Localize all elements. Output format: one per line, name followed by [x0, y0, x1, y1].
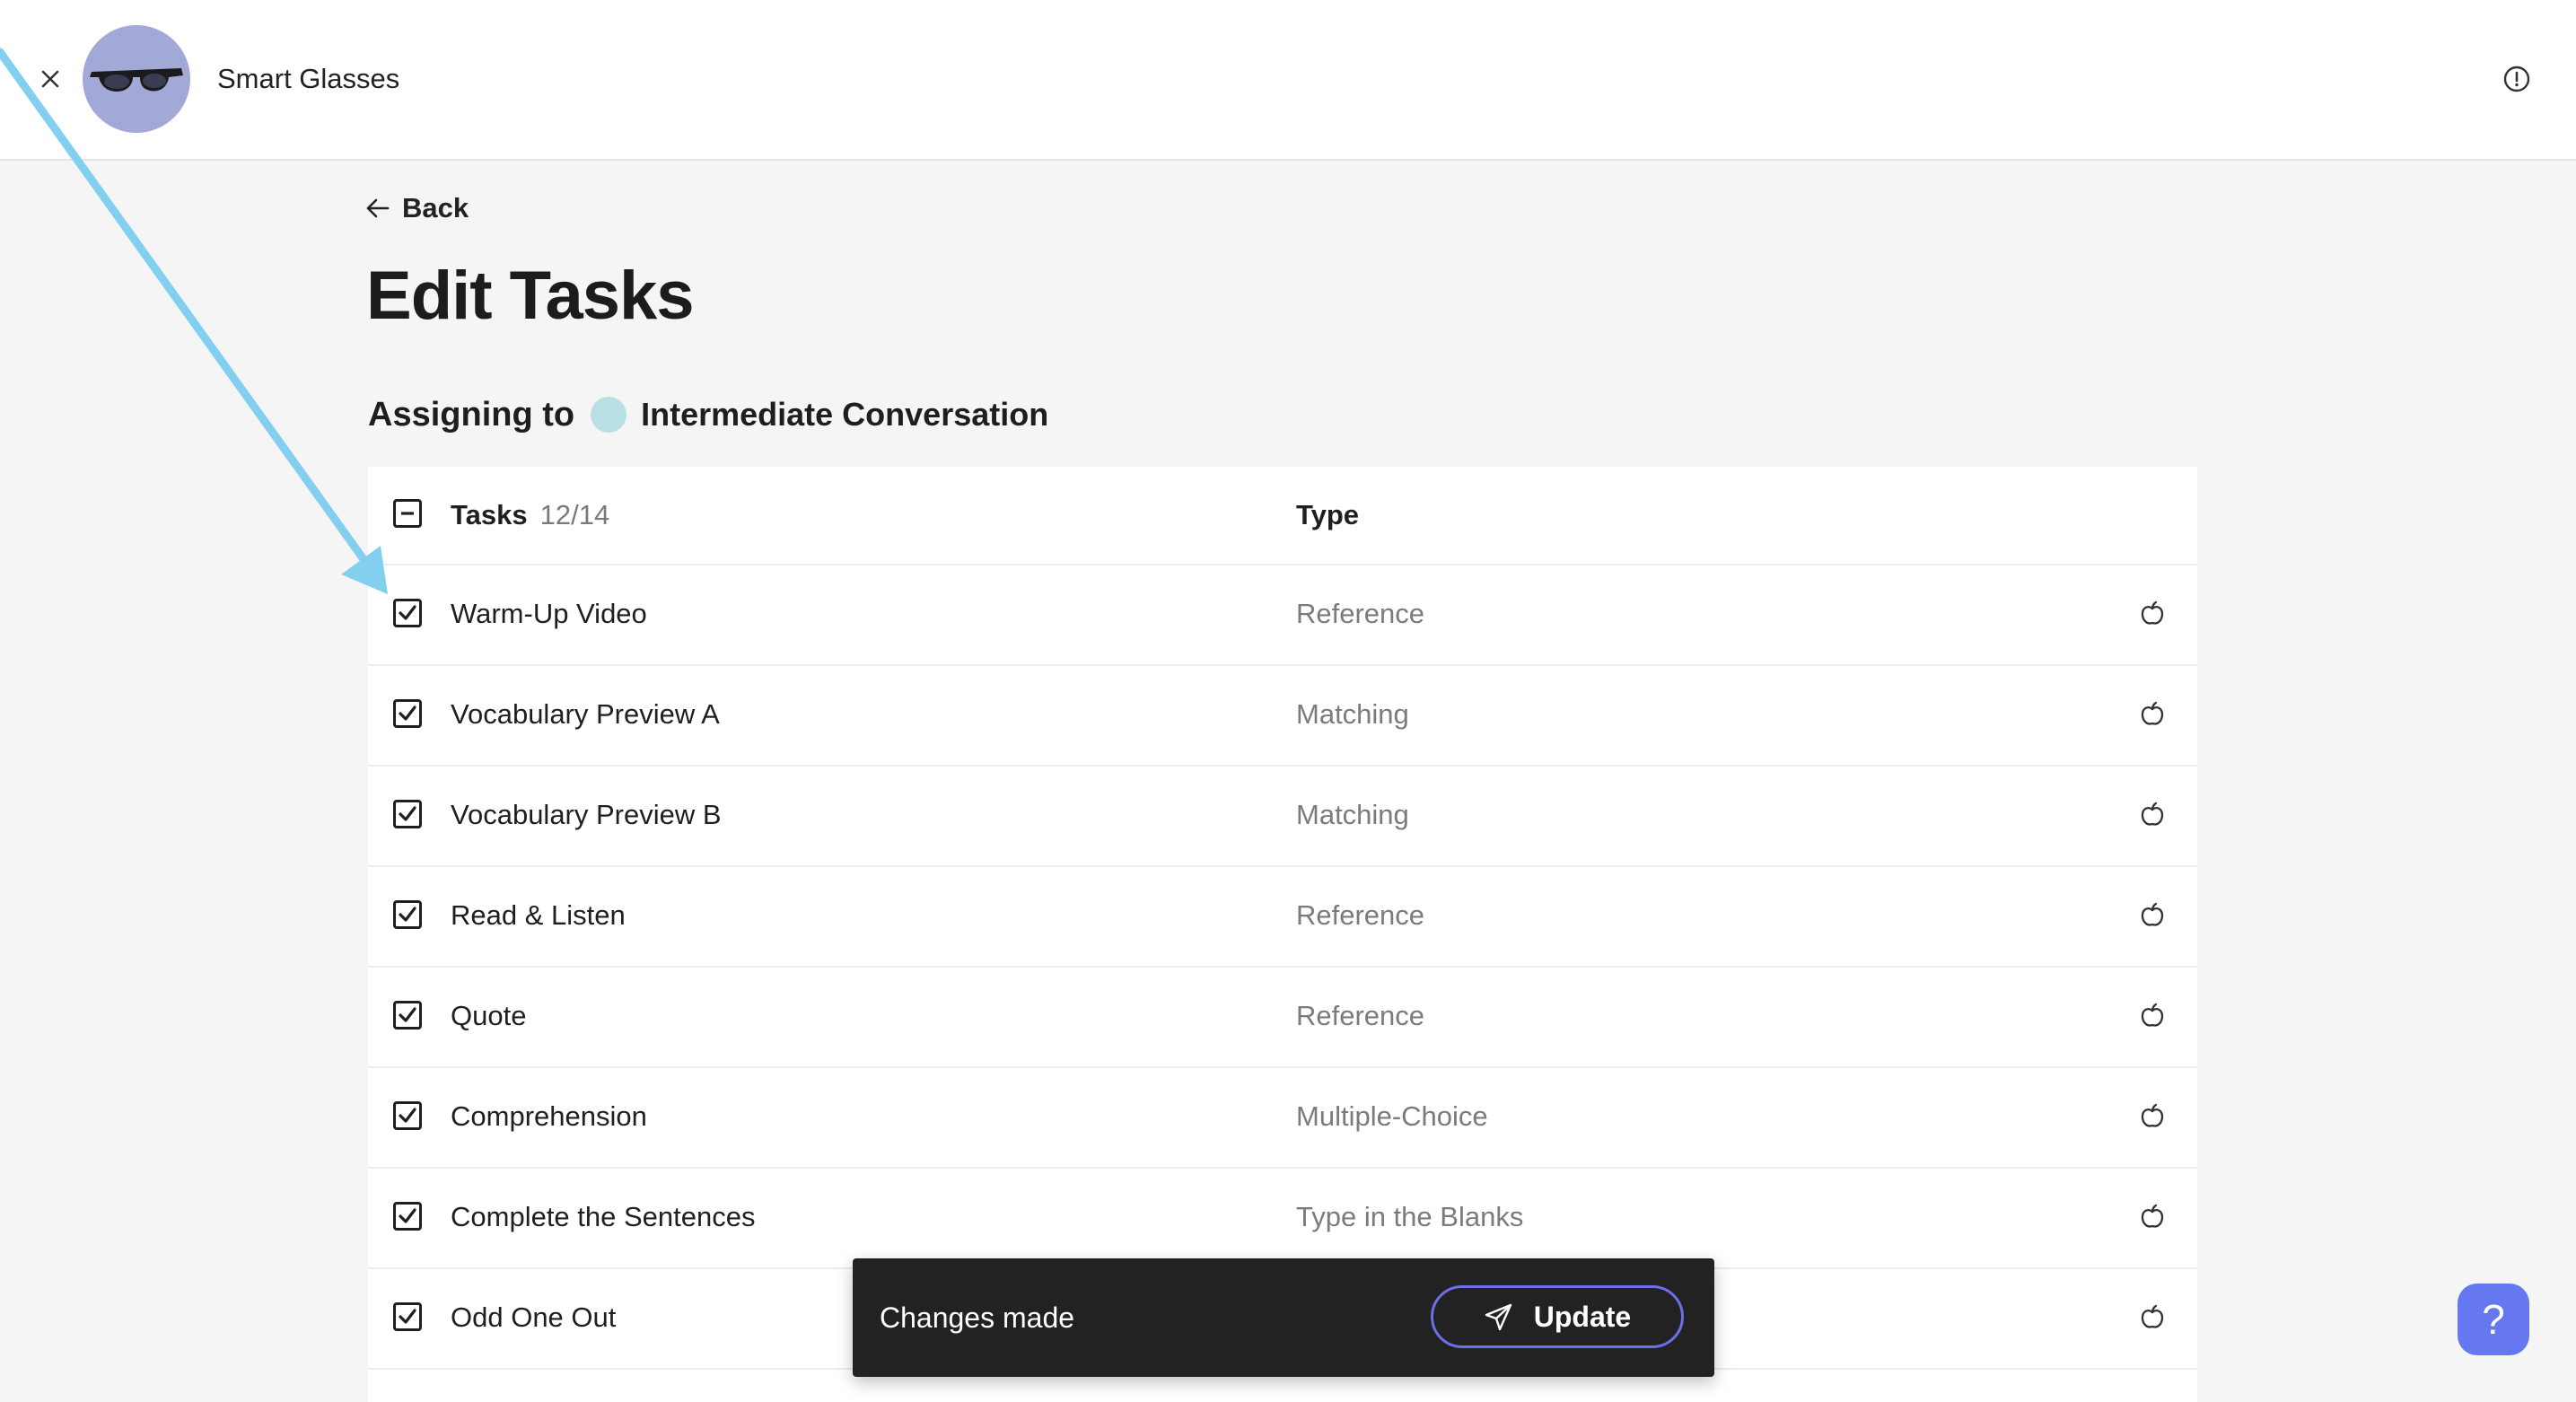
apple-button[interactable] — [2136, 1000, 2169, 1032]
task-name: Quote — [451, 1000, 527, 1031]
table-row: Comprehension Multiple-Choice — [368, 1068, 2197, 1169]
table-row: Vocabulary Preview A Matching — [368, 666, 2197, 767]
back-link[interactable]: Back — [364, 188, 469, 228]
task-checkbox[interactable] — [393, 800, 422, 828]
apple-button[interactable] — [2136, 799, 2169, 831]
send-icon — [1485, 1303, 1511, 1331]
checkmark-icon — [399, 1007, 416, 1022]
header-type: Type — [1296, 499, 1360, 530]
task-name: Warm-Up Video — [451, 598, 647, 629]
table-row: Complete the Sentences Type in the Blank… — [368, 1169, 2197, 1269]
product-avatar — [83, 25, 190, 133]
update-button[interactable]: Update — [1431, 1285, 1684, 1348]
table-row: Read & Listen Reference — [368, 867, 2197, 968]
info-button[interactable] — [2501, 63, 2533, 95]
close-icon — [41, 70, 59, 88]
glasses-icon — [90, 68, 183, 92]
apple-icon — [2141, 1003, 2164, 1027]
assign-row: Assigning to Intermediate Conversation — [368, 390, 1048, 440]
table-row: Quote Reference — [368, 968, 2197, 1068]
checkmark-icon — [399, 806, 416, 821]
product-name: Smart Glasses — [217, 63, 400, 94]
header-tasks-label: Tasks — [451, 499, 528, 530]
task-checkbox[interactable] — [393, 1202, 422, 1231]
back-label: Back — [402, 192, 469, 223]
task-checkbox[interactable] — [393, 900, 422, 929]
arrow-left-icon — [366, 198, 390, 218]
info-icon — [2503, 66, 2530, 92]
task-type: Reference — [1296, 598, 1425, 629]
changes-toast: Changes made Update — [853, 1258, 1714, 1377]
checkmark-icon — [399, 705, 416, 721]
table-row: Warm-Up Video Reference — [368, 565, 2197, 666]
apple-button[interactable] — [2136, 899, 2169, 932]
assign-label: Assigning to — [368, 395, 575, 434]
table-row: Vocabulary Preview B Matching — [368, 767, 2197, 867]
apple-icon — [2141, 802, 2164, 826]
task-checkbox[interactable] — [393, 599, 422, 627]
select-all-checkbox[interactable] — [393, 499, 422, 528]
task-count: 12/14 — [539, 499, 610, 530]
task-checkbox[interactable] — [393, 699, 422, 728]
apple-button[interactable] — [2136, 598, 2169, 630]
checkmark-icon — [399, 1208, 416, 1223]
class-color-dot — [591, 397, 627, 433]
apple-button[interactable] — [2136, 1201, 2169, 1233]
task-checkbox[interactable] — [393, 1302, 422, 1331]
minus-icon — [401, 512, 414, 515]
class-name: Intermediate Conversation — [641, 396, 1049, 433]
task-type: Reference — [1296, 899, 1425, 931]
help-icon: ? — [2482, 1296, 2505, 1343]
checkmark-icon — [399, 605, 416, 620]
page-title: Edit Tasks — [366, 258, 695, 334]
help-button[interactable]: ? — [2458, 1284, 2529, 1355]
top-bar: Smart Glasses — [0, 0, 2576, 161]
apple-icon — [2141, 1304, 2164, 1328]
task-checkbox[interactable] — [393, 1101, 422, 1130]
task-name: Vocabulary Preview A — [451, 698, 720, 730]
apple-icon — [2141, 902, 2164, 926]
checkmark-icon — [399, 907, 416, 922]
checkmark-icon — [399, 1309, 416, 1324]
apple-icon — [2141, 701, 2164, 725]
apple-icon — [2141, 1103, 2164, 1127]
task-type: Matching — [1296, 799, 1409, 830]
task-name: Comprehension — [451, 1100, 647, 1132]
task-name: Vocabulary Preview B — [451, 799, 722, 830]
apple-button[interactable] — [2136, 698, 2169, 731]
task-type: Reference — [1296, 1000, 1425, 1031]
task-type: Type in the Blanks — [1296, 1201, 1524, 1232]
toast-message: Changes made — [880, 1301, 1075, 1334]
table-header: Tasks 12/14 Type — [368, 467, 2197, 565]
header-tasks: Tasks 12/14 — [451, 495, 609, 535]
task-checkbox[interactable] — [393, 1001, 422, 1030]
apple-button[interactable] — [2136, 1301, 2169, 1334]
update-label: Update — [1533, 1300, 1632, 1333]
apple-button[interactable] — [2136, 1100, 2169, 1133]
task-type: Matching — [1296, 698, 1409, 730]
task-name: Read & Listen — [451, 899, 626, 931]
checkmark-icon — [399, 1108, 416, 1123]
task-name: Complete the Sentences — [451, 1201, 756, 1232]
apple-icon — [2141, 1204, 2164, 1228]
task-name: Odd One Out — [451, 1301, 617, 1333]
close-button[interactable] — [32, 61, 68, 97]
task-type: Multiple-Choice — [1296, 1100, 1488, 1132]
app-window: Smart Glasses Back Edit Tasks Assigning … — [0, 0, 2576, 1402]
apple-icon — [2141, 600, 2164, 625]
